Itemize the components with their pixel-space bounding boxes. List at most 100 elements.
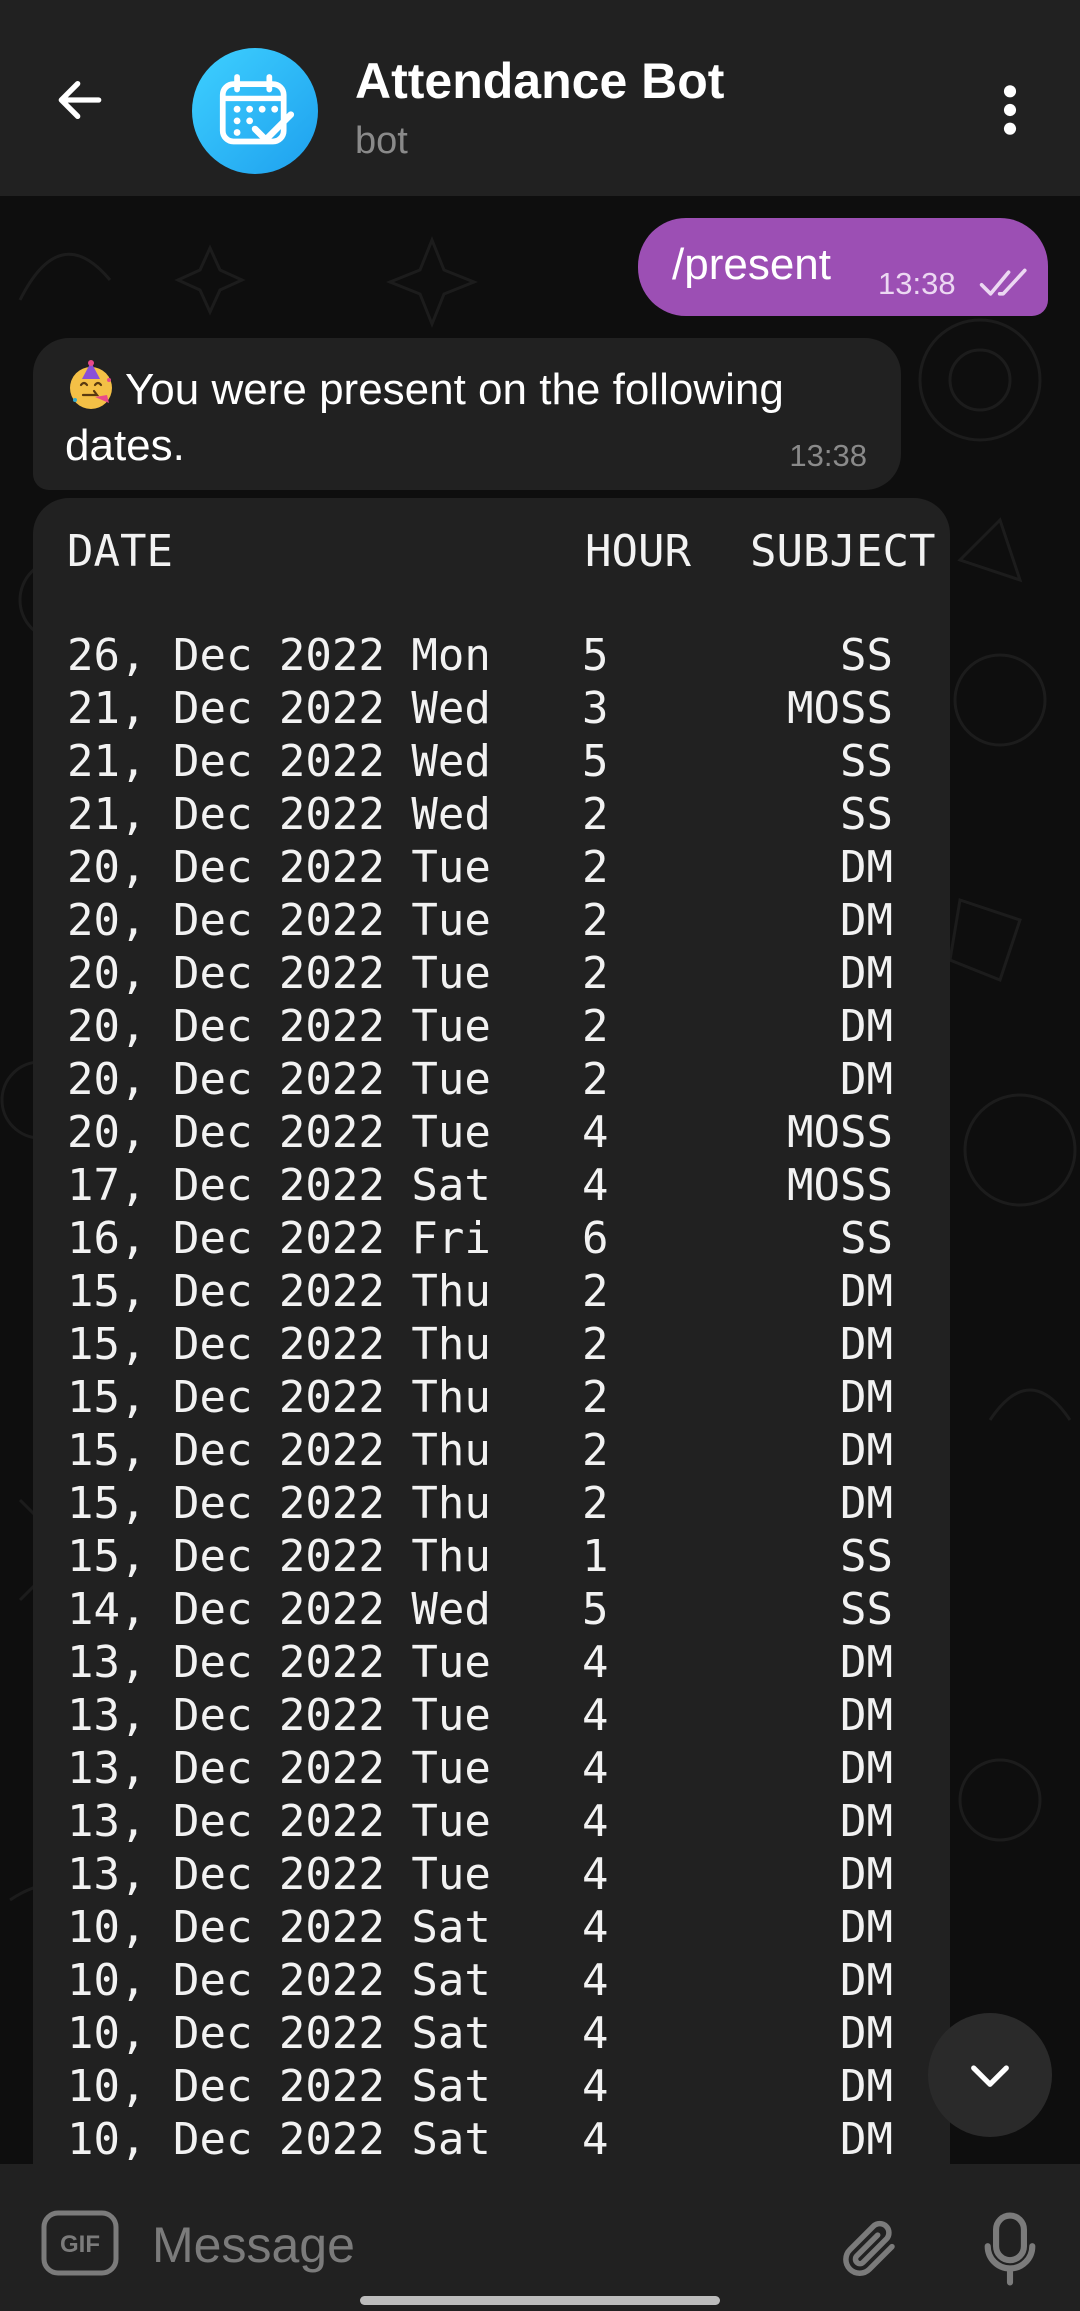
cell-hour: 6: [582, 1213, 609, 1264]
cell-hour: 4: [582, 1743, 609, 1794]
message-input[interactable]: [150, 2204, 794, 2286]
cell-date: 15, Dec 2022 Thu: [67, 1266, 491, 1317]
cell-hour: 4: [582, 1107, 609, 1158]
cell-hour: 2: [582, 1266, 609, 1317]
cell-date: 10, Dec 2022 Sat: [67, 2008, 491, 2059]
table-row: 20, Dec 2022 Tue 2 DM: [67, 1054, 937, 1107]
cell-subject: DM: [840, 1743, 893, 1794]
gif-icon: GIF: [41, 2210, 119, 2276]
cell-date: 20, Dec 2022 Tue: [67, 1054, 491, 1105]
cell-date: 15, Dec 2022 Thu: [67, 1319, 491, 1370]
calendar-check-icon: [219, 74, 295, 145]
cell-date: 13, Dec 2022 Tue: [67, 1849, 491, 1900]
cell-subject: DM: [840, 2008, 893, 2059]
table-row: 13, Dec 2022 Tue 4 DM: [67, 1796, 937, 1849]
cell-date: 21, Dec 2022 Wed: [67, 789, 491, 840]
cell-subject: DM: [840, 1001, 893, 1052]
cell-subject: DM: [840, 1637, 893, 1688]
cell-date: 15, Dec 2022 Thu: [67, 1425, 491, 1476]
partying-face-emoji: [70, 360, 112, 409]
cell-date: 14, Dec 2022 Wed: [67, 1584, 491, 1635]
table-row: 21, Dec 2022 Wed 3 MOSS: [67, 683, 937, 736]
cell-subject: MOSS: [787, 1107, 893, 1158]
table-row: 17, Dec 2022 Sat 4 MOSS: [67, 1160, 937, 1213]
cell-hour: 2: [582, 1319, 609, 1370]
cell-hour: 5: [582, 736, 609, 787]
cell-subject: DM: [840, 1849, 893, 1900]
cell-date: 20, Dec 2022 Tue: [67, 842, 491, 893]
cell-date: 17, Dec 2022 Sat: [67, 1160, 491, 1211]
more-options-button[interactable]: [980, 75, 1040, 145]
column-header-date: DATE: [67, 526, 173, 577]
cell-subject: SS: [840, 1584, 893, 1635]
back-button[interactable]: [40, 60, 120, 140]
cell-subject: MOSS: [787, 1160, 893, 1211]
cell-date: 15, Dec 2022 Thu: [67, 1372, 491, 1423]
table-row: 20, Dec 2022 Tue 4 MOSS: [67, 1107, 937, 1160]
message-text: You were present on the following dates.: [65, 365, 784, 470]
column-header-subject: SUBJECT: [750, 526, 936, 577]
cell-hour: 2: [582, 1478, 609, 1529]
cell-subject: DM: [840, 1319, 893, 1370]
cell-hour: 2: [582, 1372, 609, 1423]
table-row: 15, Dec 2022 Thu 1 SS: [67, 1531, 937, 1584]
cell-date: 16, Dec 2022 Fri: [67, 1213, 491, 1264]
message-time: 13:38: [878, 266, 956, 301]
cell-hour: 4: [582, 2114, 609, 2165]
table-row: 10, Dec 2022 Sat 4 DM: [67, 1955, 937, 2008]
incoming-message[interactable]: You were present on the following dates.…: [33, 338, 901, 490]
table-row: 20, Dec 2022 Tue 2 DM: [67, 895, 937, 948]
cell-date: 13, Dec 2022 Tue: [67, 1796, 491, 1847]
table-row: 21, Dec 2022 Wed 5 SS: [67, 736, 937, 789]
table-row: 10, Dec 2022 Sat 4 DM: [67, 1902, 937, 1955]
cell-hour: 4: [582, 1160, 609, 1211]
cell-hour: 4: [582, 1637, 609, 1688]
cell-subject: DM: [840, 1796, 893, 1847]
chat-subtitle: bot: [355, 120, 408, 162]
cell-date: 20, Dec 2022 Tue: [67, 1107, 491, 1158]
cell-subject: DM: [840, 842, 893, 893]
table-row: 20, Dec 2022 Tue 2 DM: [67, 948, 937, 1001]
cell-subject: MOSS: [787, 683, 893, 734]
table-row: 10, Dec 2022 Sat 4 DM: [67, 2008, 937, 2061]
cell-date: 10, Dec 2022 Sat: [67, 1955, 491, 2006]
table-row: 26, Dec 2022 Mon 5 SS: [67, 630, 937, 683]
more-vertical-icon: [1003, 85, 1017, 135]
cell-subject: DM: [840, 1054, 893, 1105]
outgoing-message[interactable]: /present 13:38: [638, 218, 1048, 316]
scroll-to-bottom-button[interactable]: [928, 2013, 1052, 2137]
cell-hour: 2: [582, 1054, 609, 1105]
chat-header: Attendance Bot bot: [0, 0, 1080, 196]
cell-hour: 3: [582, 683, 609, 734]
cell-hour: 5: [582, 1584, 609, 1635]
cell-subject: DM: [840, 895, 893, 946]
message-text: /present: [672, 240, 831, 289]
cell-hour: 4: [582, 1690, 609, 1741]
cell-hour: 4: [582, 2061, 609, 2112]
cell-date: 10, Dec 2022 Sat: [67, 2061, 491, 2112]
chevron-down-icon: [971, 2065, 1009, 2087]
cell-subject: DM: [840, 1478, 893, 1529]
cell-hour: 2: [582, 895, 609, 946]
attendance-table-message[interactable]: DATE HOUR SUBJECT 26, Dec 2022 Mon 5 SS 21,…: [33, 498, 950, 2198]
microphone-icon: [984, 2212, 1036, 2286]
attach-button[interactable]: [830, 2208, 910, 2288]
voice-message-button[interactable]: [970, 2204, 1050, 2294]
column-header-hour: HOUR: [585, 526, 691, 577]
home-indicator[interactable]: [360, 2296, 720, 2305]
cell-date: 15, Dec 2022 Thu: [67, 1478, 491, 1529]
cell-date: 13, Dec 2022 Tue: [67, 1743, 491, 1794]
cell-subject: SS: [840, 789, 893, 840]
avatar[interactable]: [192, 48, 318, 174]
cell-subject: SS: [840, 1531, 893, 1582]
table-row: 13, Dec 2022 Tue 4 DM: [67, 1743, 937, 1796]
chat-title[interactable]: Attendance Bot: [355, 52, 724, 110]
message-text-wrapper: You were present on the following dates.: [65, 360, 885, 474]
cell-date: 20, Dec 2022 Tue: [67, 895, 491, 946]
gif-button[interactable]: GIF: [40, 2208, 120, 2278]
table-row: 20, Dec 2022 Tue 2 DM: [67, 1001, 937, 1054]
cell-hour: 4: [582, 2008, 609, 2059]
cell-hour: 1: [582, 1531, 609, 1582]
cell-subject: DM: [840, 1425, 893, 1476]
cell-hour: 4: [582, 1849, 609, 1900]
